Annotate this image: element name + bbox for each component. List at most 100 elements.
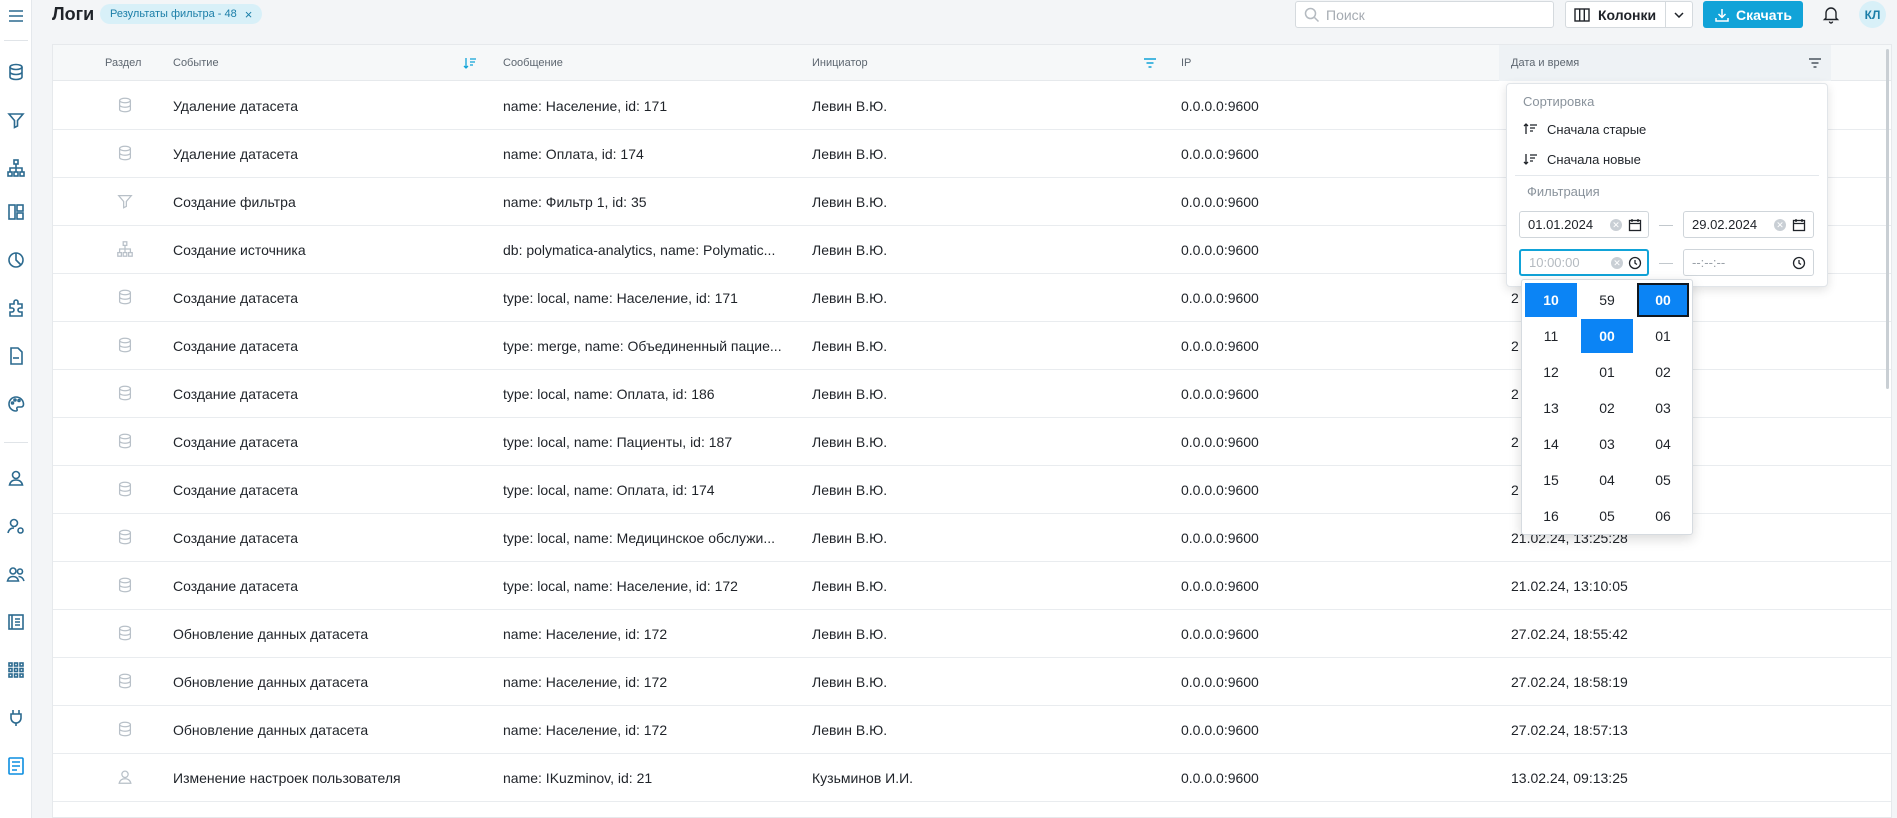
sidebar-item-apps[interactable] [4, 658, 28, 682]
time-from-input[interactable]: 10:00:00 ✕ [1519, 249, 1649, 276]
sitemap-icon [116, 240, 136, 260]
cell-initiator: Левин В.Ю. [812, 98, 888, 114]
close-icon[interactable]: × [245, 7, 253, 22]
filter-lines-icon[interactable] [1143, 56, 1157, 70]
cell-message: name: IKuzminov, id: 21 [503, 770, 653, 786]
cell-initiator: Левин В.Ю. [812, 674, 888, 690]
time-option[interactable]: 05 [1637, 463, 1689, 497]
column-header-message: Сообщение [503, 57, 563, 69]
sort-asc-icon [1523, 123, 1537, 134]
time-option[interactable]: 01 [1581, 355, 1633, 389]
time-option[interactable]: 12 [1525, 355, 1577, 389]
time-option[interactable]: 00 [1637, 283, 1689, 317]
cell-ip: 0.0.0.0:9600 [1181, 386, 1259, 402]
table-row[interactable]: Обновление данных датасета name: Населени… [53, 706, 1891, 754]
sidebar-item-logs[interactable] [4, 754, 28, 778]
calendar-icon[interactable] [1628, 218, 1642, 232]
time-to-value: --:--:-- [1692, 255, 1726, 270]
database-icon [116, 576, 136, 596]
download-button[interactable]: Скачать [1703, 1, 1803, 28]
time-option[interactable]: 04 [1637, 427, 1689, 461]
cell-message: type: local, name: Население, id: 171 [503, 290, 738, 306]
cell-ip: 0.0.0.0:9600 [1181, 338, 1259, 354]
database-icon [116, 432, 136, 452]
sidebar-item-groups[interactable] [4, 562, 28, 586]
columns-button[interactable]: Колонки [1565, 1, 1666, 28]
date-to-input[interactable]: 29.02.2024 ✕ [1683, 211, 1814, 238]
cell-message: name: Фильтр 1, id: 35 [503, 194, 647, 210]
cell-event: Обновление данных датасета [173, 674, 369, 690]
table-row[interactable]: Изменение настроек пользователя name: IKu… [53, 754, 1891, 802]
sidebar-item-connectors[interactable] [4, 706, 28, 730]
cell-ip: 0.0.0.0:9600 [1181, 578, 1259, 594]
clear-icon[interactable]: ✕ [1610, 219, 1622, 231]
cell-message: type: local, name: Население, id: 172 [503, 578, 738, 594]
sidebar-item-themes[interactable] [4, 392, 28, 416]
sidebar-item-filters[interactable] [4, 108, 28, 132]
time-picker: 10 11 12 13 14 15 16 59 00 01 02 03 04 05 00 01 02 03 04… [1521, 279, 1693, 535]
sort-newest-option[interactable]: Сначала новые [1523, 148, 1641, 170]
avatar[interactable]: КЛ [1859, 1, 1886, 28]
columns-dropdown-button[interactable] [1665, 1, 1693, 28]
search-box[interactable] [1295, 1, 1554, 28]
time-option[interactable]: 01 [1637, 319, 1689, 353]
clock-icon[interactable] [1628, 256, 1642, 270]
sidebar-item-svg[interactable] [4, 344, 28, 368]
sidebar-item-dashboards[interactable] [4, 200, 28, 224]
time-option[interactable]: 06 [1637, 499, 1689, 533]
time-option[interactable]: 59 [1581, 283, 1633, 317]
calendar-icon[interactable] [1792, 218, 1806, 232]
cell-initiator: Левин В.Ю. [812, 626, 888, 642]
time-option[interactable]: 15 [1525, 463, 1577, 497]
time-option[interactable]: 03 [1581, 427, 1633, 461]
cell-initiator: Левин В.Ю. [812, 146, 888, 162]
sidebar-item-sources[interactable] [4, 156, 28, 180]
time-option[interactable]: 02 [1637, 355, 1689, 389]
cell-datetime: 2 [1511, 482, 1519, 498]
time-option[interactable]: 04 [1581, 463, 1633, 497]
column-header-datetime[interactable]: Дата и время [1511, 45, 1579, 81]
sidebar-item-user-settings[interactable] [4, 514, 28, 538]
sort-desc-icon[interactable] [463, 56, 477, 70]
time-option[interactable]: 13 [1525, 391, 1577, 425]
time-option[interactable]: 03 [1637, 391, 1689, 425]
time-option[interactable]: 10 [1525, 283, 1577, 317]
time-option[interactable]: 11 [1525, 319, 1577, 353]
column-header-initiator[interactable]: Инициатор [812, 45, 868, 81]
sidebar-item-datasets[interactable] [4, 60, 28, 84]
time-to-input[interactable]: --:--:-- [1683, 249, 1814, 276]
cell-datetime: 27.02.24, 18:58:19 [1511, 674, 1628, 690]
cell-message: type: local, name: Медицинское обслужи..… [503, 530, 776, 546]
menu-icon[interactable] [4, 4, 28, 28]
database-icon [116, 720, 136, 740]
table-row[interactable]: Создание датасета type: local, name: Насе… [53, 562, 1891, 610]
scrollbar[interactable] [1886, 49, 1889, 389]
download-icon [1715, 8, 1729, 22]
cell-message: type: local, name: Оплата, id: 186 [503, 386, 715, 402]
time-option[interactable]: 16 [1525, 499, 1577, 533]
date-from-input[interactable]: 01.01.2024 ✕ [1519, 211, 1649, 238]
column-header-ip: IP [1181, 57, 1192, 69]
sidebar-item-plugins[interactable] [4, 296, 28, 320]
filter-lines-icon[interactable] [1808, 56, 1822, 70]
sidebar-item-user[interactable] [4, 466, 28, 490]
table-row[interactable]: Обновление данных датасета name: Населени… [53, 658, 1891, 706]
cell-datetime: 27.02.24, 18:57:13 [1511, 722, 1628, 738]
column-header-event[interactable]: Событие [173, 45, 219, 81]
sort-oldest-option[interactable]: Сначала старые [1523, 118, 1646, 140]
time-option[interactable]: 05 [1581, 499, 1633, 533]
sidebar-item-charts[interactable] [4, 248, 28, 272]
sidebar-item-catalog[interactable] [4, 610, 28, 634]
clock-icon[interactable] [1792, 256, 1806, 270]
cell-event: Создание датасета [173, 290, 299, 306]
bell-icon[interactable] [1821, 4, 1841, 24]
time-option[interactable]: 02 [1581, 391, 1633, 425]
time-option[interactable]: 00 [1581, 319, 1633, 353]
clear-icon[interactable]: ✕ [1611, 257, 1623, 269]
filter-results-chip[interactable]: Результаты фильтра - 48 × [100, 4, 263, 24]
search-input[interactable] [1326, 6, 1526, 23]
table-row[interactable]: Обновление данных датасета name: Населени… [53, 610, 1891, 658]
clear-icon[interactable]: ✕ [1774, 219, 1786, 231]
database-icon [116, 96, 136, 116]
time-option[interactable]: 14 [1525, 427, 1577, 461]
